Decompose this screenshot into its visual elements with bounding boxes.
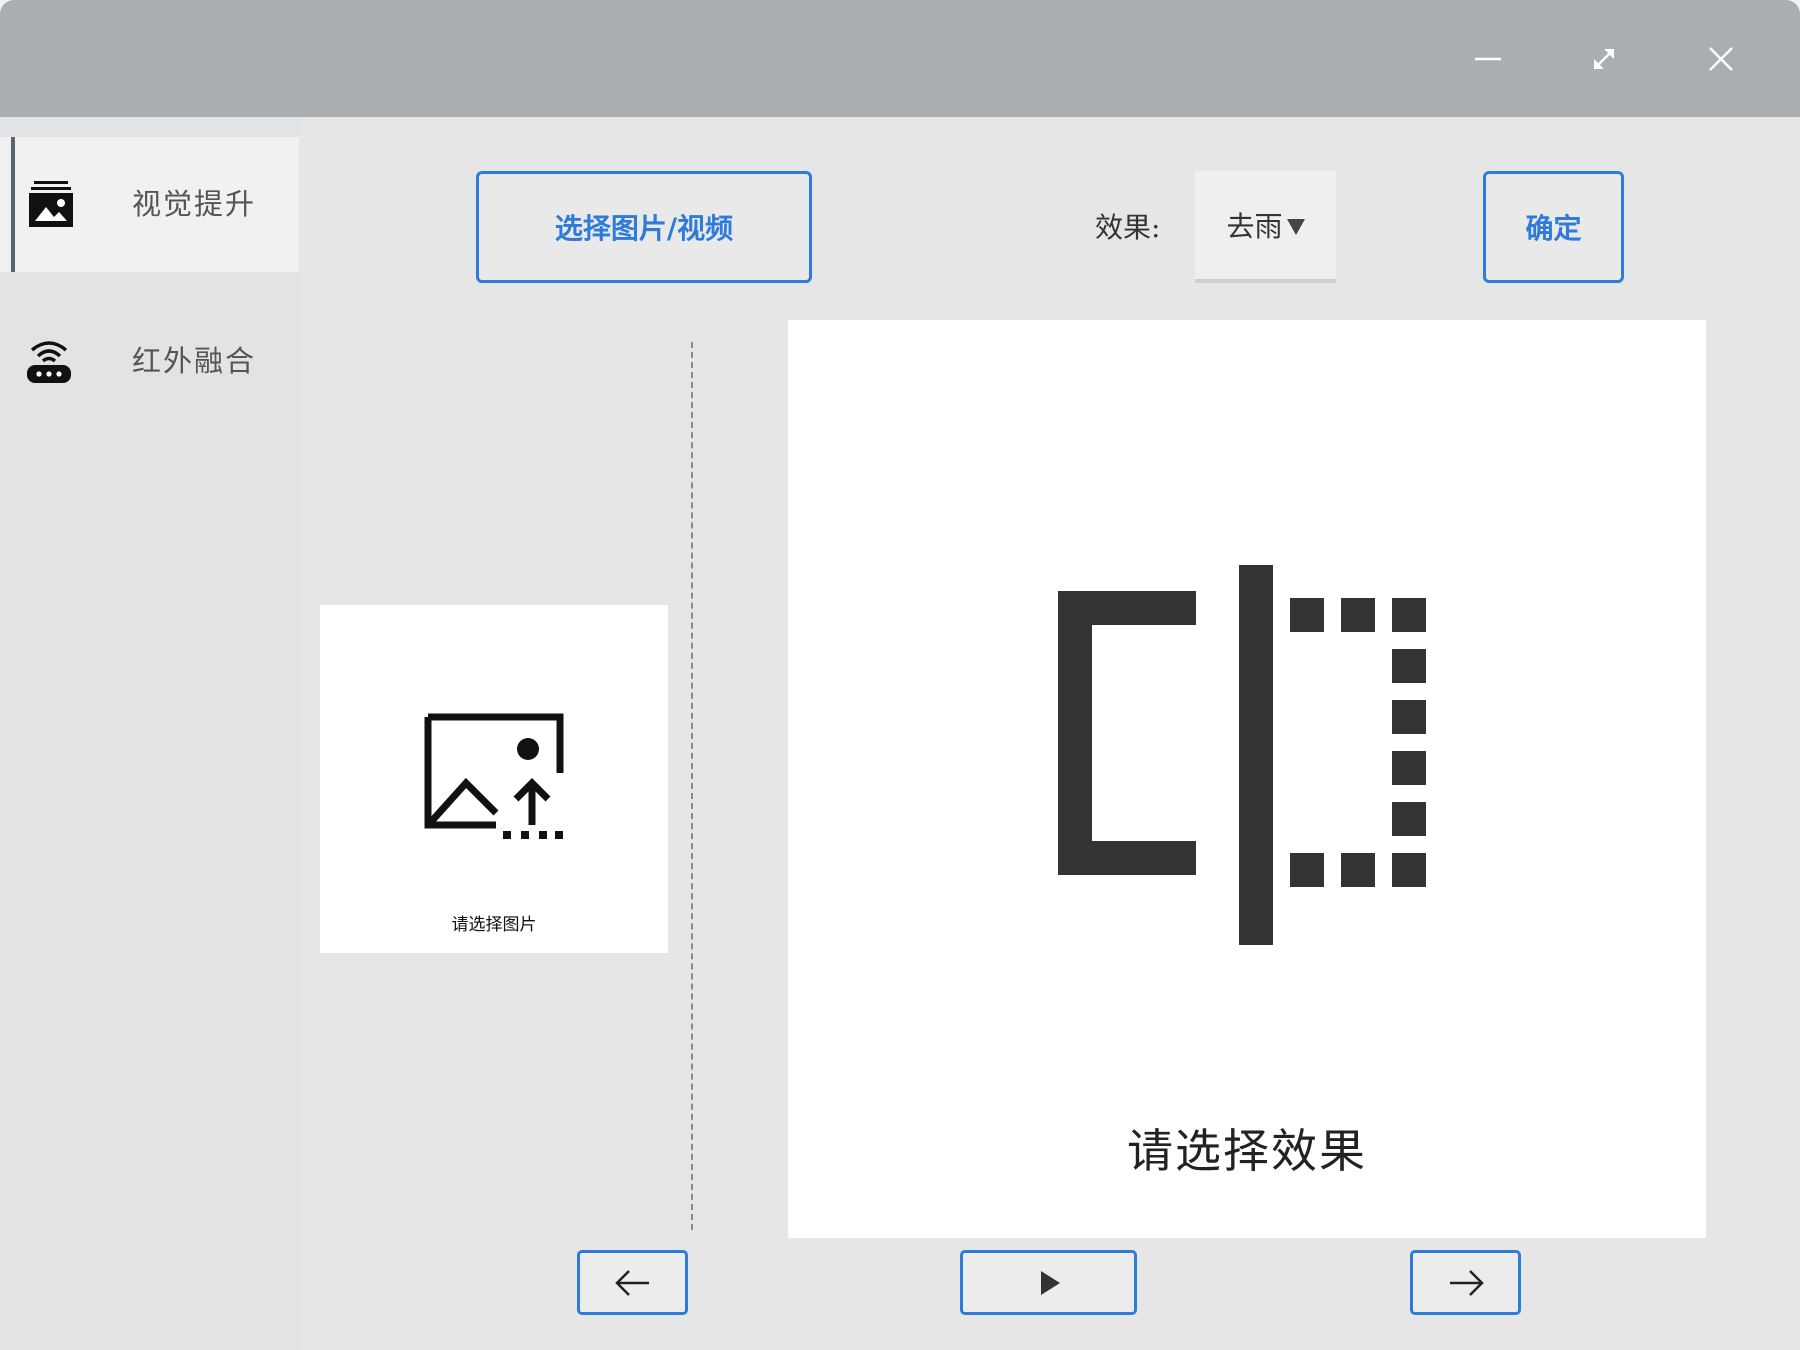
effect-label: 效果: <box>1095 211 1161 244</box>
sidebar: 视觉提升 红外融合 <box>0 117 299 1350</box>
compare-icon <box>1058 565 1426 945</box>
chevron-down-icon <box>1286 219 1305 235</box>
play-icon <box>1040 1270 1060 1295</box>
effect-dropdown[interactable]: 去雨 <box>1195 171 1336 283</box>
preview-caption: 请选择效果 <box>1127 1124 1367 1178</box>
sidebar-item-label: 视觉提升 <box>132 187 257 221</box>
maximize-button[interactable] <box>1576 31 1632 87</box>
confirm-button[interactable]: 确定 <box>1483 171 1624 283</box>
source-caption: 请选择图片 <box>451 915 537 935</box>
arrow-left-icon <box>614 1269 649 1296</box>
minimize-icon <box>1475 57 1501 61</box>
play-button[interactable] <box>960 1250 1137 1315</box>
sidebar-item-infrared-fusion[interactable]: 红外融合 <box>0 294 299 429</box>
previous-button[interactable] <box>577 1250 688 1315</box>
title-bar[interactable] <box>0 0 1800 117</box>
result-preview-panel: 请选择效果 <box>788 320 1706 1238</box>
close-button[interactable] <box>1693 31 1749 87</box>
arrow-right-icon <box>1449 1269 1484 1296</box>
image-upload-icon <box>424 713 564 839</box>
effect-value: 去雨 <box>1226 210 1283 243</box>
source-image-panel[interactable]: 请选择图片 <box>320 605 668 953</box>
sidebar-item-visual-enhance[interactable]: 视觉提升 <box>0 137 299 272</box>
app-window: 视觉提升 红外融合 选择图片/视频 效果: 去雨 确定 请选择图片 请选择效果 <box>0 0 1800 1350</box>
close-icon <box>1709 47 1733 71</box>
image-icon <box>29 181 73 227</box>
minimize-button[interactable] <box>1460 31 1516 87</box>
wifi-router-icon <box>27 341 71 383</box>
maximize-icon <box>1594 49 1614 69</box>
next-button[interactable] <box>1410 1250 1521 1315</box>
panel-divider <box>691 342 693 1230</box>
sidebar-item-label: 红外融合 <box>132 344 257 378</box>
select-media-button[interactable]: 选择图片/视频 <box>476 171 812 283</box>
